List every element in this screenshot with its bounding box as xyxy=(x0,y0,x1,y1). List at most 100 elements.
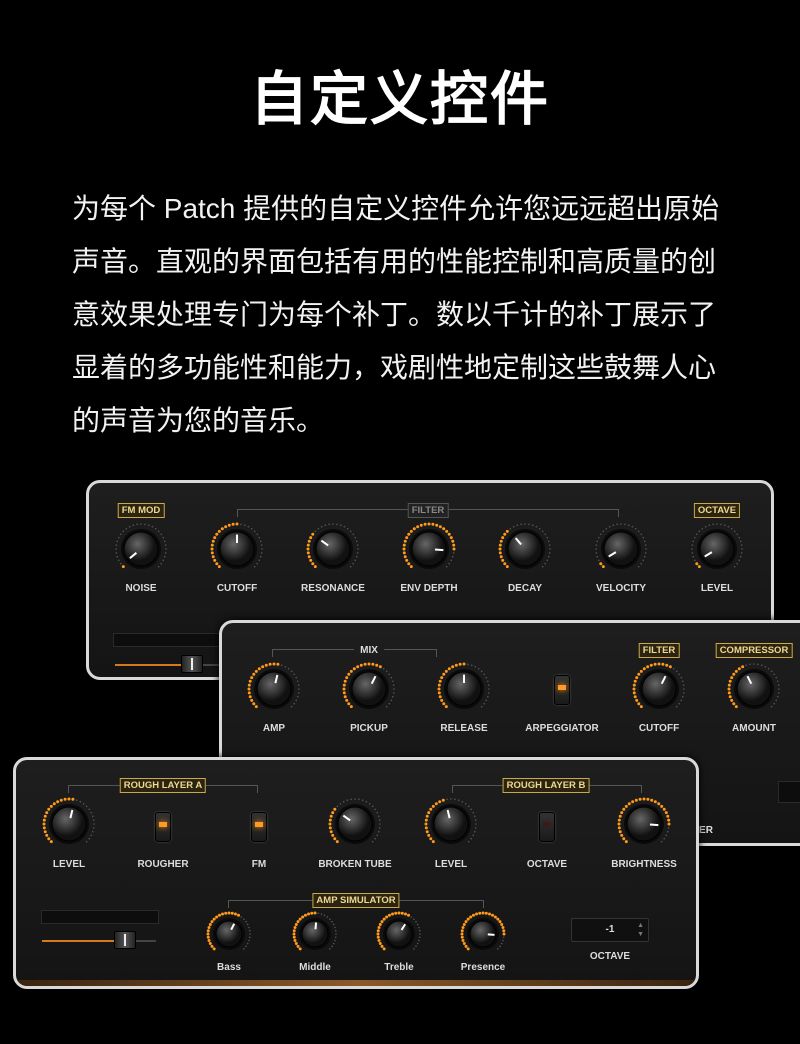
knob-tick xyxy=(346,527,349,530)
octave-spinner[interactable]: -1 ▲ ▼ xyxy=(571,918,649,942)
control-label: ENV DEPTH xyxy=(400,583,458,594)
knob-tick xyxy=(260,544,263,546)
knob-tick xyxy=(704,525,707,528)
knob-amp[interactable] xyxy=(245,660,303,718)
tag-octave: OCTAVE xyxy=(693,503,741,518)
knob-amount[interactable] xyxy=(725,660,783,718)
knob-tick xyxy=(391,695,394,698)
knob-tick xyxy=(682,692,685,694)
knob-tick xyxy=(509,527,512,530)
knob-release[interactable] xyxy=(435,660,493,718)
knob-tick xyxy=(207,938,211,942)
knob-tick xyxy=(247,683,251,687)
switch-rougher[interactable] xyxy=(155,812,171,842)
knob-tick xyxy=(441,798,445,802)
knob-tick xyxy=(708,524,711,527)
knob-tick xyxy=(418,926,420,929)
knob-tick xyxy=(210,547,214,551)
arpeggiator-switch[interactable] xyxy=(554,675,570,705)
slider[interactable] xyxy=(115,655,235,673)
knob-tick xyxy=(493,915,497,919)
control-label: LEVEL xyxy=(52,859,86,870)
knob-middle[interactable] xyxy=(290,909,340,959)
knob-tick xyxy=(350,798,352,801)
knob-tick xyxy=(660,840,663,843)
knob-tick xyxy=(115,548,117,550)
knob-tick xyxy=(365,800,368,803)
knob-pickup[interactable] xyxy=(340,660,398,718)
knob-tick xyxy=(163,540,166,543)
knob-tick xyxy=(663,837,666,840)
knob-tick xyxy=(313,911,317,915)
knob-tick xyxy=(52,802,56,806)
knob-tick xyxy=(505,565,509,569)
knob-tick xyxy=(206,935,210,939)
knob-tick xyxy=(323,914,326,917)
knob-tick xyxy=(47,837,51,841)
knob-tick xyxy=(119,562,122,565)
knob-tick xyxy=(314,530,317,533)
knob-brightness[interactable] xyxy=(615,795,673,853)
knob-tick xyxy=(547,555,550,558)
knob-treble[interactable] xyxy=(374,909,424,959)
knob-tick xyxy=(163,555,166,558)
knob-tick xyxy=(740,552,743,554)
knob-tick xyxy=(377,926,381,930)
knob-bass[interactable] xyxy=(204,909,254,959)
knob-tick xyxy=(633,695,637,699)
knob-tick xyxy=(638,797,642,801)
knob-level[interactable] xyxy=(422,795,480,853)
knob-cutoff[interactable] xyxy=(208,520,266,578)
knob-tick xyxy=(777,692,780,694)
knob-tick xyxy=(295,699,298,702)
knob-tick xyxy=(306,547,310,551)
knob-tick xyxy=(254,669,258,673)
knob-env-depth[interactable] xyxy=(400,520,458,578)
knob-tick xyxy=(661,662,665,666)
knob-tick xyxy=(357,548,359,550)
knob-tick xyxy=(760,664,763,667)
knob-tick xyxy=(349,565,352,568)
knob-velocity[interactable] xyxy=(592,520,650,578)
knob-tick xyxy=(215,532,219,536)
knob-tick xyxy=(416,942,419,945)
knob-tick xyxy=(538,527,541,530)
knob-tick xyxy=(646,797,650,801)
knob-tick xyxy=(498,543,502,547)
knob-tick xyxy=(730,527,733,530)
knob-tick xyxy=(520,523,522,526)
knob-tick xyxy=(390,699,393,702)
knob-decay[interactable] xyxy=(496,520,554,578)
switch-fm[interactable] xyxy=(251,812,267,842)
knob-tick xyxy=(292,929,296,933)
knob-tick xyxy=(298,917,302,921)
knob-broken-tube[interactable] xyxy=(326,795,384,853)
knob-tick xyxy=(385,705,388,708)
knob-tick xyxy=(720,523,722,526)
knob-tick xyxy=(418,936,421,939)
knob-tick xyxy=(496,917,500,921)
knob-tick xyxy=(472,834,475,837)
knob-noise[interactable] xyxy=(112,520,170,578)
tag-amp-simulator: AMP SIMULATOR xyxy=(312,893,400,908)
knob-tick xyxy=(79,800,82,803)
knob-tick xyxy=(260,552,263,554)
knob-tick xyxy=(402,551,406,555)
knob-tick xyxy=(208,922,212,926)
knob-level[interactable] xyxy=(40,795,98,853)
knob-resonance[interactable] xyxy=(304,520,362,578)
up-down-arrows-icon[interactable]: ▲ ▼ xyxy=(637,921,644,939)
slider[interactable] xyxy=(42,931,156,949)
knob-presence[interactable] xyxy=(458,909,508,959)
knob-tick xyxy=(63,797,67,801)
switch-octave[interactable] xyxy=(539,812,555,842)
knob-tick xyxy=(777,684,780,686)
knob-level[interactable] xyxy=(688,520,746,578)
knob-tick xyxy=(247,525,250,528)
knob-tick xyxy=(207,926,211,930)
knob-cutoff[interactable] xyxy=(630,660,688,718)
knob-tick xyxy=(409,529,413,533)
knob-tick xyxy=(524,523,526,525)
knob-tick xyxy=(775,699,778,702)
knob-tick xyxy=(394,911,398,915)
